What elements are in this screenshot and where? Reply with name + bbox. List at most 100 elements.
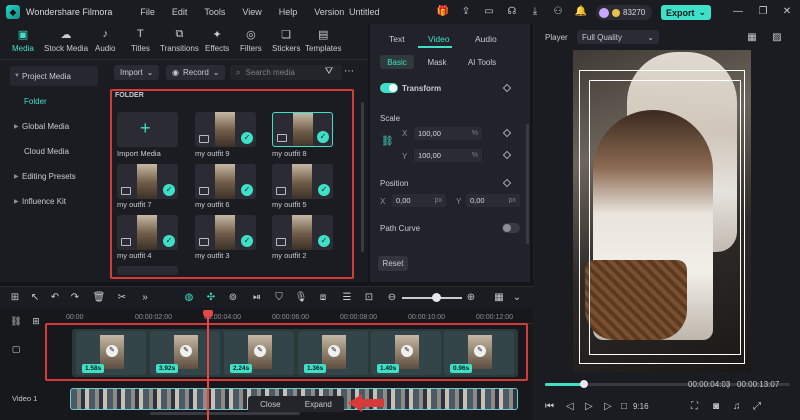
upload-icon[interactable]: ⇪ [459, 5, 473, 19]
chevron-down-icon[interactable]: ⌄ [510, 291, 524, 305]
fullscreen-icon[interactable]: ⤢ [753, 401, 761, 412]
headphones-icon[interactable]: ☊ [505, 5, 519, 19]
tool-filters[interactable]: ◎ Filters [240, 27, 262, 59]
timeline-clip[interactable]: ✎ 0.96s [444, 331, 514, 375]
media-scrollbar[interactable] [361, 102, 364, 252]
transform-toggle[interactable] [380, 83, 398, 93]
crop-icon[interactable]: ⊡ [362, 291, 376, 305]
edit-icon[interactable]: ✎ [180, 345, 192, 357]
quality-select[interactable]: Full Quality ⌄ [577, 30, 659, 44]
export-button[interactable]: Export ⌄ [661, 5, 711, 20]
zoom-out-icon[interactable]: ⊖ [385, 291, 399, 305]
video-preview[interactable] [573, 50, 751, 372]
next-frame-icon[interactable]: ▷ [604, 401, 612, 412]
import-button[interactable]: Import ⌄ [114, 65, 160, 80]
media-tile-selected[interactable]: ✓ [272, 112, 333, 147]
download-icon[interactable]: ⤓ [528, 5, 542, 19]
prev-frame-icon[interactable]: ◁ [566, 401, 574, 412]
tool-stock-media[interactable]: ☁ Stock Media [44, 27, 88, 59]
edit-icon[interactable]: ✎ [254, 345, 266, 357]
shield-icon[interactable]: ⛉ [272, 291, 286, 305]
sidebar-item-influence-kit[interactable]: ▶ Influence Kit [10, 191, 98, 211]
tool-templates[interactable]: ▤ Templates [305, 27, 341, 59]
notification-icon[interactable]: 🔔 [574, 5, 588, 19]
gift-icon[interactable]: 🎁 [436, 5, 450, 19]
restore-icon[interactable]: ❐ [756, 5, 770, 19]
cut-icon[interactable]: ✂ [115, 291, 129, 305]
playhead[interactable] [207, 310, 209, 420]
tab-audio[interactable]: Audio [475, 34, 497, 44]
menu-view[interactable]: View [242, 7, 261, 17]
timeline-clip[interactable]: ✎ 2.24s [224, 331, 294, 375]
subtab-ai-tools[interactable]: AI Tools [464, 55, 500, 69]
redo-icon[interactable]: ↷ [68, 291, 82, 305]
progress-handle[interactable] [580, 380, 589, 388]
subtab-mask[interactable]: Mask [422, 55, 452, 69]
tool-effects[interactable]: ✦ Effects [205, 27, 229, 59]
expand-button[interactable]: Expand [305, 400, 332, 409]
sidebar-item-project-media[interactable]: ▼ Project Media [10, 66, 98, 86]
media-tile[interactable]: ✓ [272, 164, 333, 199]
timeline-clip[interactable]: ✎ 1.36s [298, 331, 368, 375]
safe-zone-icon[interactable]: ▦ [745, 31, 759, 45]
delete-icon[interactable]: 🗑 [92, 291, 106, 305]
tool-media[interactable]: ▣ Media [12, 27, 34, 59]
text-overlay-icon[interactable]: ☰ [340, 291, 354, 305]
volume-icon[interactable]: ♫ [733, 401, 741, 412]
media-tile[interactable]: ✓ [117, 215, 178, 250]
import-media-tile[interactable]: + [117, 112, 178, 147]
sidebar-item-cloud-media[interactable]: Cloud Media [10, 141, 98, 161]
play-icon[interactable]: ▷ [585, 401, 593, 412]
path-curve-toggle[interactable] [502, 223, 520, 233]
keyframe-icon[interactable] [502, 128, 512, 138]
scale-y-field[interactable]: 100,00% [414, 149, 482, 162]
scale-x-field[interactable]: 100,00% [414, 127, 482, 140]
subtab-basic[interactable]: Basic [380, 55, 414, 69]
record-button[interactable]: ◉ Record ⌄ [166, 65, 226, 80]
snap-icon[interactable]: ◍ [182, 291, 196, 305]
tool-transitions[interactable]: ⧉ Transitions [160, 27, 199, 59]
menu-version[interactable]: Version [314, 7, 344, 17]
more-icon[interactable]: ⋯ [342, 65, 356, 79]
mic-icon[interactable]: 🎙 [294, 291, 308, 305]
edit-icon[interactable]: ✎ [106, 345, 118, 357]
edit-icon[interactable]: ✎ [474, 345, 486, 357]
media-tile-partial[interactable] [117, 266, 178, 275]
edit-icon[interactable]: ✎ [328, 345, 340, 357]
camera-icon[interactable]: ◙ [713, 401, 719, 412]
record-voice-icon[interactable]: ⊚ [226, 291, 240, 305]
timeline-clip[interactable]: ✎ 1.40s [371, 331, 441, 375]
speed-icon[interactable]: ⏯ [250, 291, 264, 305]
menu-file[interactable]: File [140, 7, 155, 17]
step-back-icon[interactable]: ⏮ [545, 401, 554, 412]
sidebar-item-global-media[interactable]: ▶ Global Media [10, 116, 98, 136]
menu-help[interactable]: Help [279, 7, 298, 17]
close-icon[interactable]: ✕ [780, 5, 794, 19]
position-x-field[interactable]: 0,00 px [392, 194, 446, 207]
menu-edit[interactable]: Edit [172, 7, 188, 17]
grid-icon[interactable]: ⊞ [8, 291, 22, 305]
menu-tools[interactable]: Tools [204, 7, 225, 17]
snapshot-icon[interactable]: ▨ [770, 31, 784, 45]
sidebar-item-folder[interactable]: Folder [10, 91, 98, 111]
tab-text[interactable]: Text [389, 34, 405, 44]
overlay-track-icon[interactable]: ▢ [10, 344, 22, 356]
close-button[interactable]: Close [260, 400, 280, 409]
filter-icon[interactable]: ⛛ [322, 65, 336, 79]
community-icon[interactable]: ⚇ [551, 5, 565, 19]
sidebar-item-editing-presets[interactable]: ▶ Editing Presets [10, 166, 98, 186]
media-tile[interactable]: ✓ [117, 164, 178, 199]
media-tile[interactable]: ✓ [195, 164, 256, 199]
more-forward-icon[interactable]: » [138, 291, 152, 305]
keyframe-icon[interactable] [502, 83, 512, 93]
sticker-icon[interactable]: ⧈ [316, 291, 330, 305]
aspect-ratio-select[interactable]: 9:16 [633, 402, 649, 411]
tool-titles[interactable]: T Titles [131, 27, 150, 59]
timeline[interactable]: 00:00 00:00:02:00 00:00:04:00 00:00:06:0… [0, 308, 533, 420]
layout-grid-icon[interactable]: ▦ [492, 291, 506, 305]
timeline-clip[interactable]: ✎ 1.58s [76, 331, 146, 375]
stop-icon[interactable]: □ [621, 401, 627, 412]
tab-video[interactable]: Video [428, 34, 450, 44]
select-icon[interactable]: ↖ [28, 291, 42, 305]
undo-icon[interactable]: ↶ [48, 291, 62, 305]
